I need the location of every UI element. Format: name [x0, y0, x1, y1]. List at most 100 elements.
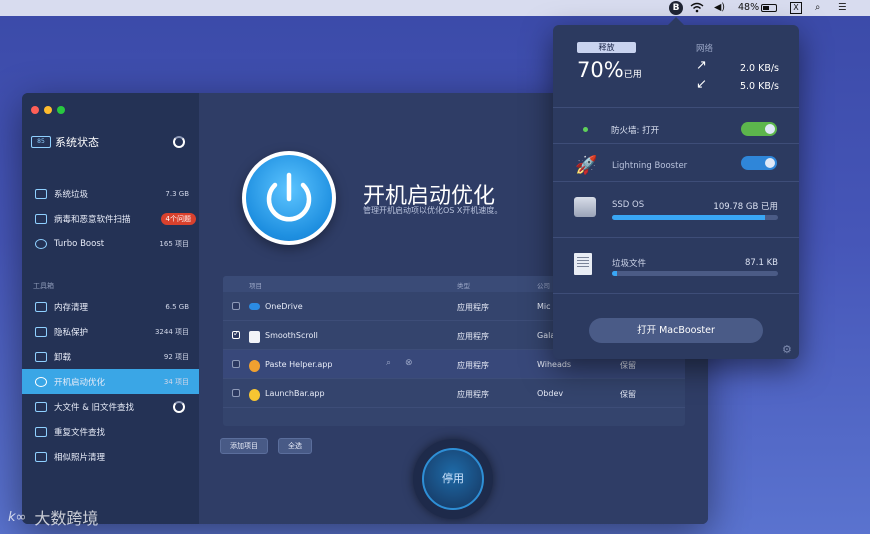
turbo-icon [35, 238, 47, 249]
stop-button[interactable]: 停用 [422, 448, 484, 510]
booster-popover: 释放 70%已用 网络 ↗ ↙ 2.0 KB/s 5.0 KB/s 防火墙: 打… [553, 17, 799, 359]
sidebar-item-label: 系统垃圾 [54, 189, 89, 200]
disk-name: SSD OS [612, 200, 645, 210]
row-name: OneDrive [265, 302, 303, 311]
sidebar-item-memory[interactable]: 内存清理 6.5 GB [22, 294, 199, 319]
column-header-type[interactable]: 类型 [457, 280, 470, 290]
sidebar-item-label: 重复文件查找 [54, 427, 106, 438]
box-icon [35, 401, 47, 412]
download-speed: 5.0 KB/s [739, 81, 779, 92]
disk-icon [574, 197, 596, 217]
upload-arrow-icon: ↗ [696, 58, 707, 73]
sidebar-item-turbo-boost[interactable]: Turbo Boost 165 项目 [22, 231, 199, 256]
zoom-button[interactable] [57, 106, 65, 114]
column-header-item[interactable]: 项目 [249, 280, 262, 290]
spinner-icon [173, 136, 185, 148]
row-checkbox[interactable] [232, 302, 240, 310]
x-icon[interactable]: X [790, 2, 802, 14]
scan-icon [35, 213, 47, 224]
sidebar-item-similar-photos[interactable]: 相似照片清理 [22, 444, 199, 469]
search-icon[interactable]: ⌕ [815, 2, 820, 14]
wifi-icon[interactable] [690, 2, 704, 14]
memory-percent: 70% [577, 58, 624, 82]
column-header-company[interactable]: 公司 [537, 280, 550, 290]
lightning-booster-toggle[interactable] [741, 156, 777, 170]
system-status-icon: 85 [31, 136, 51, 148]
volume-icon[interactable]: ◀) [714, 2, 725, 14]
power-icon [35, 376, 47, 387]
sidebar-item-value: 165 项目 [159, 239, 189, 248]
toolbox-label: 工具箱 [33, 282, 54, 290]
add-item-button[interactable]: 添加项目 [220, 438, 268, 454]
sidebar-item-value: 92 项目 [163, 352, 189, 361]
row-company: Obdev [537, 389, 564, 398]
startup-hero-icon [242, 151, 336, 245]
memory-icon [35, 301, 47, 312]
row-name: LaunchBar.app [265, 389, 325, 398]
sidebar-item-startup[interactable]: 开机启动优化 34 项目 [22, 369, 199, 394]
sidebar-item-label: 病毒和恶意软件扫描 [54, 214, 131, 225]
page-subtitle: 管理开机启动项以优化OS X开机速度。 [363, 206, 503, 215]
sidebar-item-value: 34 项目 [163, 377, 189, 386]
sidebar: 85 系统状态 系统垃圾 7.3 GB 病毒和恶意软件扫描 4个问题 Turbo… [22, 93, 199, 524]
sidebar-item-privacy[interactable]: 隐私保护 3244 项目 [22, 319, 199, 344]
sidebar-item-virus-scan[interactable]: 病毒和恶意软件扫描 4个问题 [22, 206, 199, 231]
sidebar-item-duplicates[interactable]: 重复文件查找 [22, 419, 199, 444]
minimize-button[interactable] [44, 106, 52, 114]
row-checkbox[interactable] [232, 389, 240, 397]
close-button[interactable] [31, 106, 39, 114]
reveal-icon[interactable]: ⌕ [386, 358, 391, 368]
divider [553, 143, 799, 144]
download-arrow-icon: ↙ [696, 77, 707, 92]
divider [553, 181, 799, 182]
divider [553, 237, 799, 238]
network-label: 网络 [696, 44, 714, 54]
open-macbooster-button[interactable]: 打开 MacBooster [589, 318, 763, 343]
free-memory-button[interactable]: 释放 [577, 42, 636, 53]
document-icon [249, 331, 260, 343]
system-status-label: 系统状态 [55, 136, 99, 149]
stop-button-ring: 停用 [413, 439, 493, 519]
system-status[interactable]: 85 系统状态 [31, 134, 99, 150]
divider [553, 293, 799, 294]
row-status: 保留 [620, 361, 636, 370]
booster-menubar-icon[interactable]: B [669, 1, 683, 15]
sidebar-item-label: 相似照片清理 [54, 452, 106, 463]
battery-icon[interactable] [761, 4, 777, 12]
sidebar-item-label: 开机启动优化 [54, 377, 106, 388]
junk-label: 垃圾文件 [612, 259, 647, 269]
sidebar-item-label: 大文件 & 旧文件查找 [54, 402, 135, 413]
row-checkbox[interactable] [232, 329, 240, 339]
watermark: k∞ 大数跨境 [8, 505, 98, 529]
spinner-icon [173, 401, 185, 413]
divider [553, 107, 799, 108]
remove-icon[interactable]: ⊗ [405, 358, 413, 368]
list-icon[interactable]: ☰ [838, 2, 847, 14]
row-company: Mic [537, 302, 551, 311]
watermark-logo: k∞ [8, 509, 27, 525]
paste-icon [249, 360, 260, 372]
row-checkbox[interactable] [232, 360, 240, 368]
sidebar-item-label: 内存清理 [54, 302, 89, 313]
sidebar-item-large-files[interactable]: 大文件 & 旧文件查找 [22, 394, 199, 419]
sidebar-item-uninstall[interactable]: 卸载 92 项目 [22, 344, 199, 369]
gear-icon[interactable]: ⚙ [782, 343, 792, 356]
sidebar-item-value: 6.5 GB [165, 302, 189, 311]
table-row[interactable]: LaunchBar.app 应用程序 Obdev 保留 [223, 379, 685, 408]
monitor-icon [35, 188, 47, 199]
select-all-button[interactable]: 全选 [278, 438, 312, 454]
junk-value: 87.1 KB [744, 258, 778, 268]
upload-speed: 2.0 KB/s [739, 63, 779, 74]
sidebar-item-system-junk[interactable]: 系统垃圾 7.3 GB [22, 181, 199, 206]
watermark-text: 大数跨境 [34, 509, 99, 528]
row-type: 应用程序 [457, 390, 489, 399]
sidebar-item-label: 卸载 [54, 352, 72, 363]
photo-icon [35, 451, 47, 462]
rocket-icon: 🚀 [575, 155, 598, 176]
battery-percent: 48% [738, 2, 760, 13]
disk-usage-value: 109.78 GB 已用 [713, 202, 778, 212]
sidebar-item-value: 3244 项目 [154, 327, 189, 336]
power-icon [246, 155, 332, 241]
issue-badge: 4个问题 [160, 212, 196, 225]
firewall-toggle[interactable] [741, 122, 777, 136]
